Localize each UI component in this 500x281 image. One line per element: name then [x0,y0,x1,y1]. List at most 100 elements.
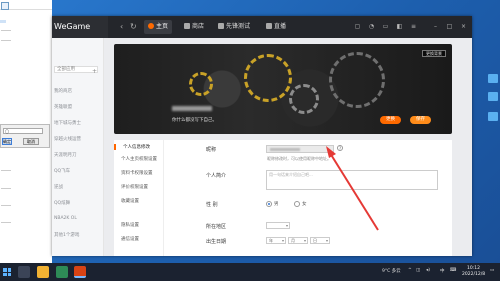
top-navigation-bar: WeGame ‹ ↻ 主页 商店 先锋测试 直播 ▢ ◔ ▭ ◧ ≡ – □ × [52,16,472,38]
sidebar-item[interactable]: NBA2K OL [54,216,77,221]
skin-icon[interactable]: ◧ [396,23,403,30]
gear-decoration [289,84,319,114]
banner-change-button[interactable]: 更换 [380,116,401,124]
nickname-label: 昵称 [206,147,217,153]
sidebar-item[interactable]: 穿越火线运营 [54,136,81,142]
file-explorer-icon[interactable] [37,266,49,278]
explorer-row[interactable] [1,205,11,206]
sidebar-item[interactable]: QQ炫舞 [54,200,70,206]
flask-icon [218,23,224,29]
subnav-item[interactable]: 个人主页权限设置 [121,156,157,162]
notification-icon[interactable]: ▭ [490,268,494,273]
select-value: 日 [313,238,317,243]
settings-panel: 个人信息修改 个人主页权限设置 资料卡权限设置 评价权限设置 收藏设置 隐私设置… [114,140,452,256]
blurred-username [172,106,212,111]
birthday-label: 出生日期 [206,239,227,245]
sidebar-item[interactable]: QQ飞车 [54,168,70,174]
subnav-item[interactable]: 资料卡权限设置 [121,170,153,176]
dialog-input[interactable]: 〇 [3,128,43,134]
chevron-up-icon[interactable]: ^ [408,268,412,273]
tab-label: 直播 [274,23,287,30]
birth-day-select[interactable]: 日 ▾ [310,237,330,244]
windows-start-icon[interactable] [3,268,11,276]
tab-live[interactable]: 直播 [262,20,290,34]
subnav-item[interactable]: 隐私设置 [121,222,139,228]
birth-year-select[interactable]: 年 ▾ [266,237,286,244]
sidebar-item[interactable]: 我的商店 [54,88,72,94]
help-icon[interactable]: ? [337,145,343,151]
chevron-down-icon: ▾ [325,238,328,243]
explorer-row[interactable] [1,222,11,223]
weather-status[interactable]: 9°C 多云 [382,268,401,274]
menu-icon[interactable]: ≡ [410,23,417,30]
volume-icon[interactable]: ◂) [426,268,430,273]
gear-decoration [329,52,385,108]
gender-label: 性 别 [206,202,218,208]
search-icon[interactable] [18,266,30,278]
gender-male-label: 男 [274,202,279,207]
chevron-down-icon: ▾ [303,238,306,243]
nickname-input[interactable] [266,145,334,153]
tab-home[interactable]: 主页 [144,20,173,34]
tab-label: 商店 [192,23,205,30]
change-background-button[interactable]: 更换背景 [422,50,446,57]
banner-save-button[interactable]: 保存 [410,116,431,124]
region-select[interactable]: ▾ [266,222,290,229]
gift-icon[interactable]: ▢ [354,23,361,30]
sidebar-item[interactable]: 天涯明月刀 [54,152,77,158]
profile-signature: 你什么都没写下自己。 [172,118,217,123]
explorer-row[interactable] [1,170,11,171]
subnav-item[interactable]: 评价权限设置 [121,184,148,190]
bell-icon[interactable]: ◔ [368,23,375,30]
taskbar-clock[interactable]: 10:12 2022/12/8 [462,266,485,278]
sidebar-item[interactable]: 英雄联盟 [54,104,72,110]
intro-textarea[interactable]: 用一句话来介绍自己吧... [266,170,438,190]
subnav-item-profile[interactable]: 个人信息修改 [114,144,164,150]
gender-female-radio[interactable] [294,201,300,207]
select-value: 年 [269,238,273,243]
store-app-icon[interactable] [56,266,68,278]
wegame-taskbar-icon[interactable] [74,266,86,278]
minimize-icon[interactable]: – [432,23,439,30]
dialog-cancel-button[interactable]: 取消 [23,138,39,145]
sidebar-item[interactable]: 其他1个游戏 [54,232,79,238]
add-icon[interactable]: + [92,68,97,75]
select-value: 月 [291,238,295,243]
explorer-row[interactable] [1,188,11,189]
network-icon[interactable]: ◫ [416,268,420,273]
blurred-nickname [270,148,300,151]
input-method-indicator[interactable]: 中 [440,268,445,274]
desktop-shortcut-icon[interactable] [488,74,498,83]
maximize-icon[interactable]: □ [446,23,453,30]
region-label: 所在地区 [206,224,227,230]
tab-pioneer-test[interactable]: 先锋测试 [214,20,254,34]
explorer-row[interactable] [1,30,11,31]
keyboard-icon[interactable]: ⌨ [450,268,457,273]
settings-subnav: 个人信息修改 个人主页权限设置 资料卡权限设置 评价权限设置 收藏设置 隐私设置… [114,140,164,256]
sidebar-item[interactable]: 逆战 [54,184,63,190]
desktop-shortcut-icon[interactable] [488,112,498,121]
explorer-row[interactable] [1,40,11,41]
dialog-ok-button[interactable]: 确定 [2,138,12,145]
tab-label: 主页 [156,23,169,30]
tab-label: 先锋测试 [226,23,251,30]
game-sidebar: 全部应用 + 我的商店 英雄联盟 地下城与勇士 穿越火线运营 天涯明月刀 QQ飞… [52,38,104,256]
subnav-item[interactable]: 收藏设置 [121,198,139,204]
close-icon[interactable]: × [460,23,467,30]
refresh-icon[interactable]: ↻ [130,22,137,31]
sidebar-item[interactable]: 地下城与勇士 [54,120,81,126]
store-icon [184,23,190,29]
tab-store[interactable]: 商店 [180,20,208,34]
gear-decoration [244,54,292,102]
gender-male-radio[interactable] [266,201,272,207]
explorer-folder-icon [1,2,9,10]
profile-banner: 更换背景 你什么都没写下自己。 更换 保存 [114,44,452,134]
gear-decoration [189,72,213,96]
subnav-item[interactable]: 通信设置 [121,236,139,242]
birth-month-select[interactable]: 月 ▾ [288,237,308,244]
message-icon[interactable]: ▭ [382,23,389,30]
desktop-shortcut-icon[interactable] [488,92,498,101]
profile-main-area: 更换背景 你什么都没写下自己。 更换 保存 个人信息修改 个人主页权限设置 资料… [104,38,472,256]
chevron-down-icon: ▾ [281,238,284,243]
back-arrow-icon[interactable]: ‹ [120,22,123,31]
